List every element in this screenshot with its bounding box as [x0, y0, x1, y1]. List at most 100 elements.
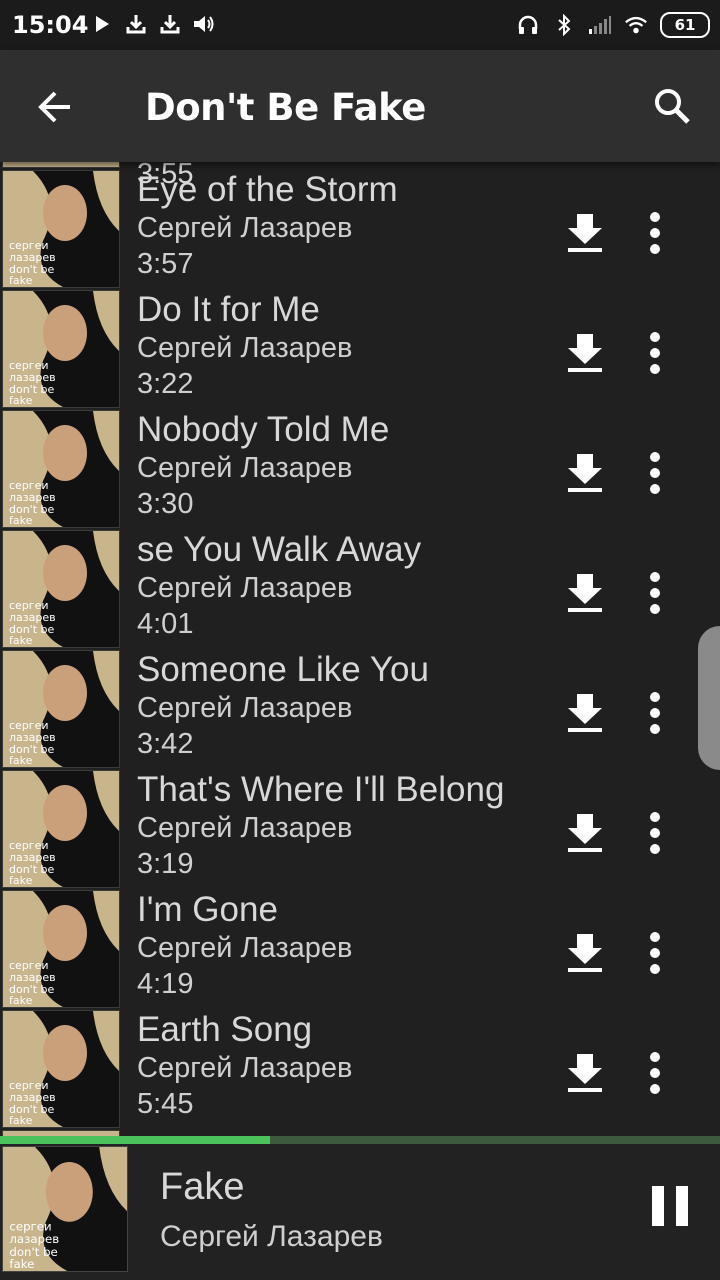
- track-duration: 4:19: [137, 968, 194, 1000]
- search-button[interactable]: [646, 80, 698, 132]
- more-vert-icon: [650, 332, 660, 374]
- track-info: I'm Gone Сергей Лазарев 4:19: [137, 890, 537, 1002]
- now-playing-artist: Сергей Лазарев: [160, 1220, 383, 1253]
- status-bar: 15:04 61: [0, 0, 720, 50]
- more-vert-icon: [650, 932, 660, 974]
- download-icon: [568, 454, 602, 492]
- track-title: Nobody Told Me: [137, 410, 390, 449]
- track-duration: 5:45: [137, 1088, 194, 1120]
- list-item[interactable]: сергеи лазарев don't be fake Someone Lik…: [0, 650, 705, 770]
- list-item[interactable]: 3:55: [0, 162, 705, 190]
- track-duration: 3:19: [137, 848, 194, 880]
- battery-icon: 61: [660, 12, 710, 38]
- more-options-button[interactable]: [630, 208, 680, 258]
- track-duration: 4:01: [137, 608, 194, 640]
- status-system-icons: 61: [516, 12, 710, 38]
- search-icon: [655, 89, 690, 124]
- download-icon: [568, 694, 602, 732]
- list-item[interactable]: сергеи лазарев don't be fake Nobody Told…: [0, 410, 705, 530]
- album-art: сергеи лазарев don't be fake: [2, 890, 120, 1008]
- track-info: Someone Like You Сергей Лазарев 3:42: [137, 650, 537, 762]
- list-item[interactable]: сергеи лазарев don't be fake Do It for M…: [0, 290, 705, 410]
- back-button[interactable]: [28, 80, 82, 134]
- more-vert-icon: [650, 572, 660, 614]
- track-title: Someone Like You: [137, 650, 429, 689]
- list-item[interactable]: сергеи лазарев don't be fake I'm Gone Се…: [0, 890, 705, 1010]
- more-vert-icon: [650, 1052, 660, 1094]
- track-artist: Сергей Лазарев: [137, 1052, 353, 1084]
- svg-text:fake: fake: [9, 874, 33, 887]
- more-options-button[interactable]: [630, 688, 680, 738]
- page-title: Don't Be Fake: [145, 86, 426, 129]
- album-art: сергеи лазарев don't be fake: [2, 290, 120, 408]
- svg-text:fake: fake: [9, 754, 33, 767]
- track-artist: Сергей Лазарев: [137, 932, 353, 964]
- svg-text:fake: fake: [9, 634, 33, 647]
- download-icon: [158, 12, 182, 36]
- now-playing-album-art: сергеи лазарев don't be fake: [2, 1146, 128, 1272]
- pause-icon: [652, 1186, 688, 1226]
- now-playing-title: Fake: [160, 1166, 245, 1208]
- track-info: Do It for Me Сергей Лазарев 3:22: [137, 290, 537, 402]
- track-info: Earth Song Сергей Лазарев 5:45: [137, 1010, 537, 1122]
- svg-text:fake: fake: [9, 1257, 34, 1271]
- album-art: сергеи лазарев don't be fake: [2, 530, 120, 648]
- download-icon: [568, 934, 602, 972]
- album-art: сергеи лазарев don't be fake: [2, 170, 120, 288]
- more-options-button[interactable]: [630, 1048, 680, 1098]
- more-options-button[interactable]: [630, 328, 680, 378]
- more-options-button[interactable]: [630, 928, 680, 978]
- download-button[interactable]: [560, 328, 610, 378]
- download-icon: [568, 1054, 602, 1092]
- arrow-back-icon: [38, 91, 70, 123]
- scrollbar-thumb[interactable]: [698, 626, 720, 770]
- now-playing-bar[interactable]: сергеи лазарев don't be fake Fake Сергей…: [0, 1144, 720, 1280]
- playback-progress-fill: [0, 1136, 270, 1144]
- list-item[interactable]: сергеи лазарев don't be fake Earth Song …: [0, 1010, 705, 1130]
- track-duration: 3:30: [137, 488, 194, 520]
- more-options-button[interactable]: [630, 568, 680, 618]
- track-title: Earth Song: [137, 1010, 313, 1049]
- track-list[interactable]: 3:55 сергеи лазарев don't be fake Eye of…: [0, 162, 720, 1136]
- more-options-button[interactable]: [630, 808, 680, 858]
- track-title: Do It for Me: [137, 290, 320, 329]
- headphones-icon: [516, 13, 540, 37]
- track-artist: Сергей Лазарев: [137, 692, 353, 724]
- download-icon: [568, 334, 602, 372]
- pause-button[interactable]: [648, 1182, 692, 1232]
- track-info: se You Walk Away Сергей Лазарев 4:01: [137, 530, 537, 642]
- wifi-icon: [624, 13, 648, 37]
- more-vert-icon: [650, 212, 660, 254]
- download-button[interactable]: [560, 568, 610, 618]
- more-vert-icon: [650, 452, 660, 494]
- download-button[interactable]: [560, 448, 610, 498]
- bluetooth-icon: [552, 13, 576, 37]
- list-item[interactable]: сергеи лазарев don't be fake Eye of the …: [0, 170, 705, 290]
- download-icon: [568, 814, 602, 852]
- track-artist: Сергей Лазарев: [137, 212, 353, 244]
- more-options-button[interactable]: [630, 448, 680, 498]
- signal-icon: [588, 13, 612, 37]
- album-art: [2, 162, 120, 168]
- download-icon: [124, 12, 148, 36]
- track-title: I'm Gone: [137, 890, 278, 929]
- svg-text:fake: fake: [9, 994, 33, 1007]
- track-artist: Сергей Лазарев: [137, 572, 353, 604]
- svg-text:fake: fake: [9, 1114, 33, 1127]
- download-button[interactable]: [560, 688, 610, 738]
- album-art: сергеи лазарев don't be fake: [2, 770, 120, 888]
- download-button[interactable]: [560, 1048, 610, 1098]
- download-button[interactable]: [560, 928, 610, 978]
- download-button[interactable]: [560, 208, 610, 258]
- app-bar: Don't Be Fake: [0, 50, 720, 162]
- list-item[interactable]: сергеи лазарев don't be fake That's Wher…: [0, 770, 705, 890]
- track-artist: Сергей Лазарев: [137, 332, 353, 364]
- status-time: 15:04: [12, 11, 89, 39]
- more-vert-icon: [650, 812, 660, 854]
- track-title: That's Where I'll Belong: [137, 770, 505, 809]
- track-duration: 3:57: [137, 248, 194, 280]
- track-title: se You Walk Away: [137, 530, 422, 569]
- playback-progress[interactable]: [0, 1136, 720, 1144]
- list-item[interactable]: сергеи лазарев don't be fake se You Walk…: [0, 530, 705, 650]
- download-button[interactable]: [560, 808, 610, 858]
